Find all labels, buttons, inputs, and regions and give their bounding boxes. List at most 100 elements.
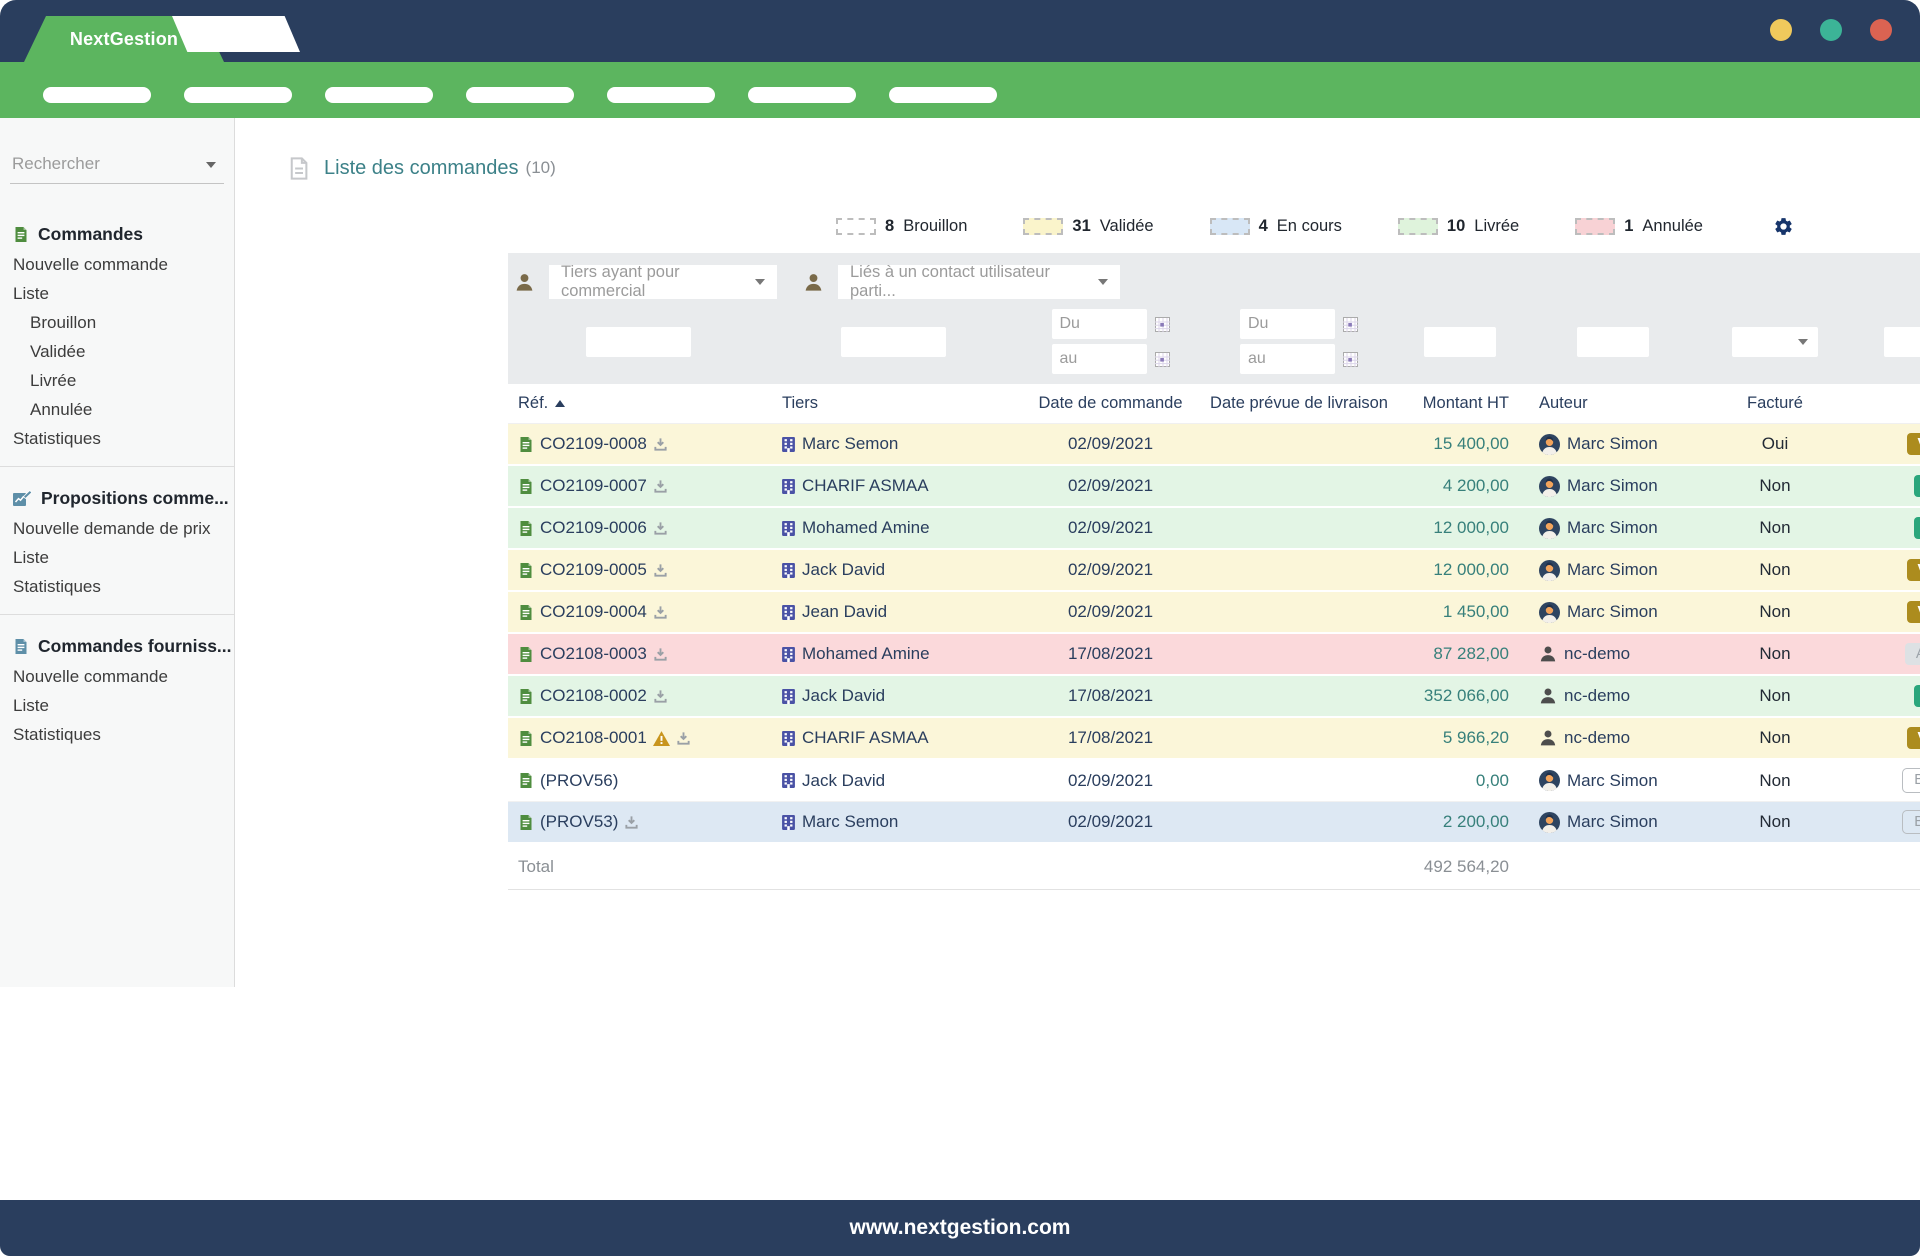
download-icon[interactable]: [624, 815, 639, 830]
order-ref-link[interactable]: CO2109-0005: [540, 560, 647, 580]
table-row[interactable]: (PROV56) Jack David 02/09/2021 0,00 Marc Sim…: [508, 760, 1920, 802]
download-icon[interactable]: [653, 521, 668, 536]
menu-item-placeholder-4[interactable]: [466, 87, 574, 103]
sidebar-item-nouvelle-demande-de-prix[interactable]: Nouvelle demande de prix: [0, 514, 234, 543]
menu-item-placeholder-7[interactable]: [889, 87, 997, 103]
window-dot-red[interactable]: [1870, 19, 1892, 41]
table-row[interactable]: CO2109-0004 Jean David 02/09/2021 1 450,00 M…: [508, 592, 1920, 634]
sidebar-item-statistiques[interactable]: Statistiques: [0, 572, 234, 601]
tiers-link[interactable]: CHARIF ASMAA: [802, 476, 929, 496]
table-row[interactable]: CO2108-0002 Jack David 17/08/2021 352 066,0…: [508, 676, 1920, 718]
search-input[interactable]: [12, 154, 190, 174]
sidebar-item-liste[interactable]: Liste: [0, 279, 234, 308]
table-row[interactable]: CO2108-0003 Mohamed Amine 17/08/2021 87 282…: [508, 634, 1920, 676]
column-header-montant-ht[interactable]: Montant HT: [1395, 394, 1525, 413]
filter-montant-input[interactable]: [1424, 326, 1496, 357]
sidebar-item-statistiques[interactable]: Statistiques: [0, 424, 234, 453]
calendar-icon[interactable]: [1343, 316, 1358, 332]
table-row[interactable]: CO2108-0001 CHARIF ASMAA 17/08/2021 5 966,2…: [508, 718, 1920, 760]
tiers-link[interactable]: CHARIF ASMAA: [802, 728, 929, 748]
table-row[interactable]: CO2109-0008 Marc Semon 02/09/2021 15 400,00…: [508, 424, 1920, 466]
window-dots: [1770, 19, 1892, 41]
download-icon[interactable]: [653, 563, 668, 578]
order-ref-link[interactable]: CO2108-0002: [540, 686, 647, 706]
sidebar-item-statistiques[interactable]: Statistiques: [0, 720, 234, 749]
order-ref-link[interactable]: (PROV56): [540, 771, 618, 791]
column-header-etat[interactable]: État: [1850, 394, 1920, 413]
filter-delivery-to-input[interactable]: [1240, 344, 1335, 374]
secondary-tab[interactable]: [172, 16, 300, 52]
download-icon[interactable]: [653, 479, 668, 494]
menu-item-placeholder-3[interactable]: [325, 87, 433, 103]
download-icon[interactable]: [653, 689, 668, 704]
tiers-link[interactable]: Jack David: [802, 686, 885, 706]
filter-etat-select[interactable]: [1884, 326, 1920, 357]
calendar-icon[interactable]: [1154, 351, 1170, 367]
order-ref-link[interactable]: CO2109-0006: [540, 518, 647, 538]
tiers-link[interactable]: Jean David: [802, 602, 887, 622]
download-icon[interactable]: [653, 605, 668, 620]
footer-url[interactable]: www.nextgestion.com: [850, 1216, 1071, 1240]
filter-auteur-input[interactable]: [1576, 326, 1649, 357]
sidebar-item-nouvelle-commande[interactable]: Nouvelle commande: [0, 662, 234, 691]
menu-item-placeholder-5[interactable]: [607, 87, 715, 103]
window-dot-teal[interactable]: [1820, 19, 1842, 41]
filter-ref-input[interactable]: [585, 326, 691, 357]
filter-date-to-input[interactable]: [1051, 344, 1147, 374]
sidebar-section-commandes[interactable]: Commandes: [0, 218, 234, 250]
filter-tiers-input[interactable]: [840, 326, 946, 357]
sidebar-item-liste[interactable]: Liste: [0, 543, 234, 572]
column-header-date-de-commande[interactable]: Date de commande: [1018, 394, 1203, 413]
sidebar-item-nouvelle-commande[interactable]: Nouvelle commande: [0, 250, 234, 279]
download-icon[interactable]: [653, 437, 668, 452]
menu-item-placeholder-2[interactable]: [184, 87, 292, 103]
tiers-link[interactable]: Mohamed Amine: [802, 644, 930, 664]
settings-gear-icon[interactable]: [1773, 216, 1794, 237]
column-header-ref[interactable]: Réf.: [508, 394, 768, 413]
sidebar-item-brouillon[interactable]: Brouillon: [0, 308, 234, 337]
column-header-date-prevue-de-livraison[interactable]: Date prévue de livraison: [1203, 394, 1395, 413]
sidebar-nav: Commandes Nouvelle commande Liste Brouillon…: [0, 218, 234, 749]
filter-contact-select[interactable]: Liés à un contact utilisateur parti...: [838, 263, 1120, 300]
column-header-tiers[interactable]: Tiers: [768, 394, 1018, 413]
order-ref-link[interactable]: CO2108-0003: [540, 644, 647, 664]
sidebar-section-commandes-fourniss[interactable]: Commandes fourniss...: [0, 630, 234, 662]
sidebar-item-validee[interactable]: Validée: [0, 337, 234, 366]
filter-date-from-input[interactable]: [1051, 309, 1147, 339]
tiers-link[interactable]: Marc Semon: [802, 434, 898, 454]
calendar-icon[interactable]: [1154, 316, 1170, 332]
table-row[interactable]: (PROV53) Marc Semon 02/09/2021 2 200,00 Marc…: [508, 802, 1920, 844]
user-avatar-gray: [1539, 645, 1557, 663]
menu-item-placeholder-6[interactable]: [748, 87, 856, 103]
filter-facture-select[interactable]: [1732, 326, 1818, 357]
sidebar-item-livree[interactable]: Livrée: [0, 366, 234, 395]
menu-item-placeholder-1[interactable]: [43, 87, 151, 103]
sidebar-item-liste[interactable]: Liste: [0, 691, 234, 720]
filter-delivery-from-input[interactable]: [1240, 309, 1335, 339]
sidebar-section-propositions-comme[interactable]: Propositions comme...: [0, 482, 234, 514]
order-ref-link[interactable]: CO2109-0007: [540, 476, 647, 496]
tiers-link[interactable]: Mohamed Amine: [802, 518, 930, 538]
table-row[interactable]: CO2109-0005 Jack David 02/09/2021 12 000,00…: [508, 550, 1920, 592]
order-ref-link[interactable]: CO2108-0001: [540, 728, 647, 748]
calendar-icon[interactable]: [1343, 351, 1358, 367]
window-dot-yellow[interactable]: [1770, 19, 1792, 41]
download-icon[interactable]: [653, 647, 668, 662]
table-row[interactable]: CO2109-0006 Mohamed Amine 02/09/2021 12 000…: [508, 508, 1920, 550]
total-value: 492 564,20: [1423, 856, 1509, 876]
sidebar-section-label: Propositions comme...: [41, 487, 229, 508]
order-ref-link[interactable]: CO2109-0008: [540, 434, 647, 454]
column-header-auteur[interactable]: Auteur: [1525, 394, 1700, 413]
download-icon[interactable]: [676, 731, 691, 746]
tiers-link[interactable]: Marc Semon: [802, 812, 898, 832]
table-row[interactable]: CO2109-0007 CHARIF ASMAA 02/09/2021 4 200,0…: [508, 466, 1920, 508]
tiers-link[interactable]: Jack David: [802, 771, 885, 791]
filter-commercial-select[interactable]: Tiers ayant pour commercial: [549, 263, 777, 300]
order-date: 17/08/2021: [1067, 686, 1154, 705]
tiers-link[interactable]: Jack David: [802, 560, 885, 580]
sidebar-item-annulee[interactable]: Annulée: [0, 395, 234, 424]
column-header-facture[interactable]: Facturé: [1700, 394, 1850, 413]
order-ref-link[interactable]: (PROV53): [540, 812, 618, 832]
chevron-down-icon[interactable]: [206, 162, 216, 168]
order-ref-link[interactable]: CO2109-0004: [540, 602, 647, 622]
